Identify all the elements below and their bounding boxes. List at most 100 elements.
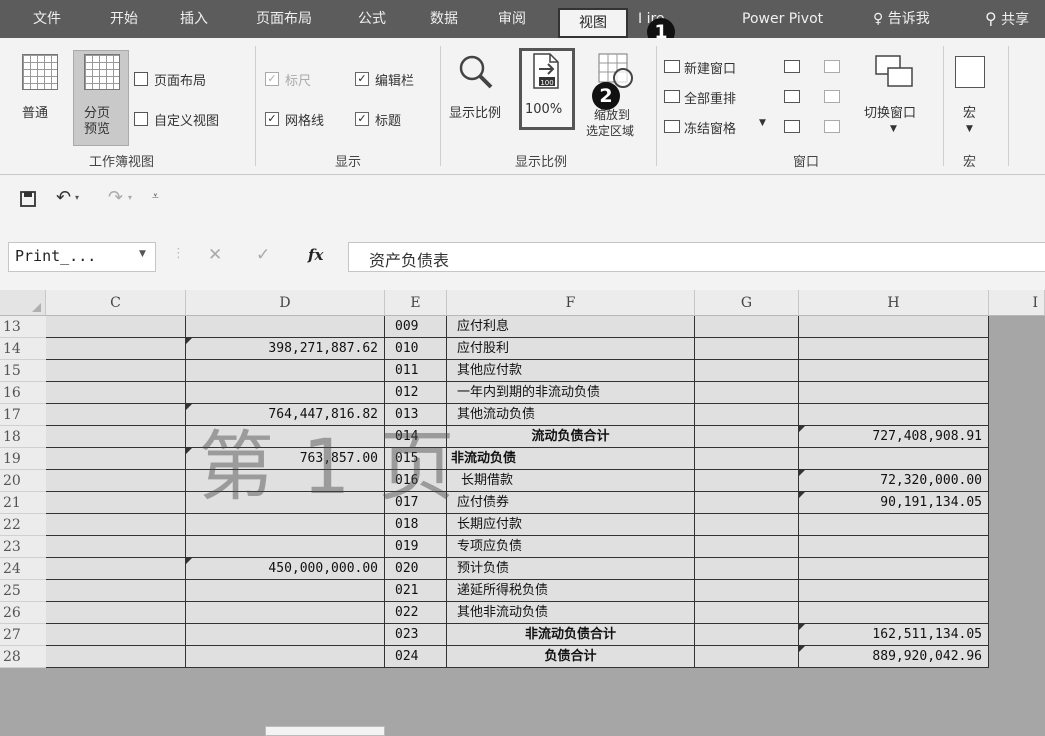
cell-d[interactable] bbox=[186, 492, 385, 514]
column-header-f[interactable]: F bbox=[447, 290, 695, 316]
switch-windows-button[interactable]: 切换窗口 bbox=[864, 102, 916, 121]
cell-h[interactable] bbox=[799, 448, 989, 470]
row-header[interactable]: 27 bbox=[0, 624, 46, 646]
share-button[interactable]: ⚲ 共享 bbox=[985, 0, 1029, 38]
cell-g[interactable] bbox=[695, 382, 799, 404]
row-header[interactable]: 17 bbox=[0, 404, 46, 426]
row-header[interactable]: 20 bbox=[0, 470, 46, 492]
column-header-i[interactable]: I bbox=[989, 290, 1045, 316]
cell-g[interactable] bbox=[695, 514, 799, 536]
cell-f[interactable]: 流动负债合计 bbox=[447, 426, 695, 448]
cell-f[interactable]: 其他非流动负债 bbox=[447, 602, 695, 624]
cell-e[interactable]: 016 bbox=[385, 470, 447, 492]
cell-e[interactable]: 015 bbox=[385, 448, 447, 470]
cell-d[interactable] bbox=[186, 316, 385, 338]
column-header-g[interactable]: G bbox=[695, 290, 799, 316]
cell-g[interactable] bbox=[695, 536, 799, 558]
tab-insert[interactable]: 插入 bbox=[180, 0, 208, 38]
cell-d[interactable] bbox=[186, 470, 385, 492]
cell-d[interactable] bbox=[186, 602, 385, 624]
cell-f[interactable]: 其他应付款 bbox=[447, 360, 695, 382]
cell-d[interactable] bbox=[186, 580, 385, 602]
row-header[interactable]: 19 bbox=[0, 448, 46, 470]
cell-g[interactable] bbox=[695, 580, 799, 602]
cell-f[interactable]: 负债合计 bbox=[447, 646, 695, 668]
column-header-h[interactable]: H bbox=[799, 290, 989, 316]
tab-view[interactable]: 视图 bbox=[558, 8, 628, 38]
tell-me-search[interactable]: ♀ 告诉我 bbox=[873, 0, 930, 38]
cell-e[interactable]: 010 bbox=[385, 338, 447, 360]
freeze-panes-button[interactable]: 冻结窗格 bbox=[684, 118, 736, 137]
cell-e[interactable]: 009 bbox=[385, 316, 447, 338]
cell-c[interactable] bbox=[46, 580, 186, 602]
cell-d[interactable] bbox=[186, 426, 385, 448]
redo-icon[interactable]: ↷ bbox=[108, 187, 123, 208]
chevron-down-icon[interactable]: ▾ bbox=[75, 193, 79, 202]
insert-function-icon[interactable]: fx bbox=[308, 246, 323, 264]
row-header[interactable]: 18 bbox=[0, 426, 46, 448]
unhide-icon[interactable] bbox=[784, 120, 800, 133]
cell-g[interactable] bbox=[695, 646, 799, 668]
row-header[interactable]: 15 bbox=[0, 360, 46, 382]
cell-c[interactable] bbox=[46, 448, 186, 470]
cell-g[interactable] bbox=[695, 558, 799, 580]
new-window-button[interactable]: 新建窗口 bbox=[684, 58, 736, 77]
cell-c[interactable] bbox=[46, 514, 186, 536]
cell-c[interactable] bbox=[46, 536, 186, 558]
select-all-corner[interactable] bbox=[0, 290, 46, 316]
cell-e[interactable]: 023 bbox=[385, 624, 447, 646]
cell-h[interactable] bbox=[799, 316, 989, 338]
worksheet-grid[interactable]: C D E F G H I 13 009 应付利息 14 398,271,887.62 0… bbox=[0, 290, 1045, 736]
tab-formulas[interactable]: 公式 bbox=[358, 0, 386, 38]
cell-c[interactable] bbox=[46, 602, 186, 624]
column-header-c[interactable]: C bbox=[46, 290, 186, 316]
row-header[interactable]: 22 bbox=[0, 514, 46, 536]
arrange-all-button[interactable]: 全部重排 bbox=[684, 88, 736, 107]
headings-checkbox[interactable]: ✓ bbox=[355, 112, 369, 126]
cell-d[interactable]: 764,447,816.82 bbox=[186, 404, 385, 426]
zoom-button[interactable]: 显示比例 bbox=[449, 102, 501, 121]
macros-button[interactable]: 宏 bbox=[963, 102, 976, 121]
cell-e[interactable]: 017 bbox=[385, 492, 447, 514]
cell-d[interactable] bbox=[186, 514, 385, 536]
cell-g[interactable] bbox=[695, 360, 799, 382]
reset-window-position-icon[interactable] bbox=[824, 120, 840, 133]
cell-h[interactable]: 162,511,134.05 bbox=[799, 624, 989, 646]
cell-f[interactable]: 递延所得税负债 bbox=[447, 580, 695, 602]
row-header[interactable]: 25 bbox=[0, 580, 46, 602]
cell-e[interactable]: 013 bbox=[385, 404, 447, 426]
chevron-down-icon[interactable]: ▼ bbox=[139, 249, 146, 259]
row-header[interactable]: 14 bbox=[0, 338, 46, 360]
row-header[interactable]: 24 bbox=[0, 558, 46, 580]
cell-f[interactable]: 非流动负债合计 bbox=[447, 624, 695, 646]
column-header-d[interactable]: D bbox=[186, 290, 385, 316]
cell-e[interactable]: 012 bbox=[385, 382, 447, 404]
cell-c[interactable] bbox=[46, 492, 186, 514]
cell-e[interactable]: 018 bbox=[385, 514, 447, 536]
view-side-by-side-icon[interactable] bbox=[824, 60, 840, 73]
cell-g[interactable] bbox=[695, 492, 799, 514]
ruler-checkbox[interactable]: ✓ bbox=[265, 72, 279, 86]
cell-c[interactable] bbox=[46, 646, 186, 668]
formula-bar-checkbox[interactable]: ✓ bbox=[355, 72, 369, 86]
cell-c[interactable] bbox=[46, 558, 186, 580]
cell-e[interactable]: 019 bbox=[385, 536, 447, 558]
cell-e[interactable]: 014 bbox=[385, 426, 447, 448]
row-header[interactable]: 28 bbox=[0, 646, 46, 668]
cell-g[interactable] bbox=[695, 624, 799, 646]
enter-icon[interactable]: ✓ bbox=[256, 245, 270, 265]
cell-f[interactable]: 预计负债 bbox=[447, 558, 695, 580]
cell-f[interactable]: 非流动负债 bbox=[447, 448, 695, 470]
cell-h[interactable] bbox=[799, 338, 989, 360]
cell-e[interactable]: 021 bbox=[385, 580, 447, 602]
cell-d[interactable]: 398,271,887.62 bbox=[186, 338, 385, 360]
cell-c[interactable] bbox=[46, 404, 186, 426]
cell-g[interactable] bbox=[695, 470, 799, 492]
normal-view-button[interactable]: 普通 bbox=[22, 102, 48, 121]
cell-c[interactable] bbox=[46, 426, 186, 448]
cell-h[interactable]: 72,320,000.00 bbox=[799, 470, 989, 492]
cell-h[interactable]: 90,191,134.05 bbox=[799, 492, 989, 514]
cell-h[interactable] bbox=[799, 580, 989, 602]
synchronous-scrolling-icon[interactable] bbox=[824, 90, 840, 103]
page-layout-view-button[interactable]: 页面布局 bbox=[154, 70, 206, 89]
